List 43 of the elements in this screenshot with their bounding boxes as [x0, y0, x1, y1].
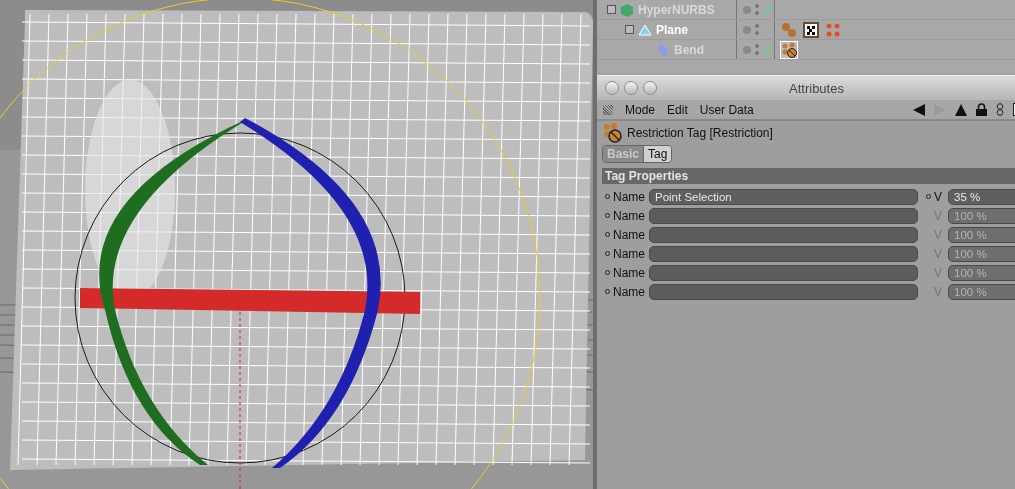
- name-input-field[interactable]: Point Selection: [649, 188, 918, 205]
- value-input-field[interactable]: 35 %: [948, 188, 1015, 205]
- section-header: Tag Properties: [602, 168, 1015, 184]
- visibility-dot-icon[interactable]: [743, 5, 751, 14]
- field-label: Name: [613, 265, 646, 280]
- grip-icon: [603, 104, 613, 115]
- menu-item[interactable]: Edit: [667, 102, 688, 117]
- menu-item[interactable]: Mode: [625, 102, 656, 117]
- cube-object-icon: [620, 2, 634, 17]
- close-button[interactable]: [605, 81, 619, 95]
- zoom-button[interactable]: [643, 81, 657, 95]
- back-arrow-icon[interactable]: [913, 103, 925, 116]
- visibility-dots-icon[interactable]: [755, 4, 759, 15]
- link-icon[interactable]: [996, 103, 1004, 116]
- visibility-dot-icon[interactable]: [743, 45, 751, 54]
- field-label: Name: [613, 227, 646, 242]
- minimize-button[interactable]: [624, 81, 638, 95]
- tab[interactable]: Tag: [643, 146, 672, 162]
- lock-icon[interactable]: [976, 103, 987, 116]
- tab[interactable]: Basic: [603, 146, 644, 162]
- restriction-tag-icon: [603, 123, 623, 143]
- triangle-object-icon: [638, 22, 652, 37]
- field-label: V: [934, 189, 943, 204]
- object-name[interactable]: Plane: [656, 22, 688, 37]
- object-title: Restriction Tag [Restriction]: [627, 126, 773, 140]
- enabled-check-icon[interactable]: [763, 4, 773, 15]
- field-label: Name: [613, 208, 646, 223]
- visibility-dots-icon[interactable]: [755, 44, 759, 55]
- up-arrow-icon[interactable]: [955, 103, 967, 116]
- visibility-dot-icon[interactable]: [743, 25, 751, 34]
- restriction-tag-icon[interactable]: [781, 41, 797, 58]
- window-title: Attributes: [788, 80, 845, 96]
- tree-toggle-icon[interactable]: [625, 25, 634, 34]
- tree-toggle-icon[interactable]: [607, 5, 616, 14]
- field-label: Name: [613, 246, 646, 261]
- menu-item[interactable]: User Data: [699, 102, 754, 117]
- field-label: Name: [613, 284, 646, 299]
- visibility-dots-icon[interactable]: [755, 24, 759, 35]
- checker-tag-icon[interactable]: [803, 21, 819, 38]
- enabled-check-icon[interactable]: [763, 44, 773, 55]
- field-label: Name: [613, 189, 646, 204]
- dots-tag-icon[interactable]: [825, 21, 841, 38]
- capsule-object-icon: [656, 42, 670, 57]
